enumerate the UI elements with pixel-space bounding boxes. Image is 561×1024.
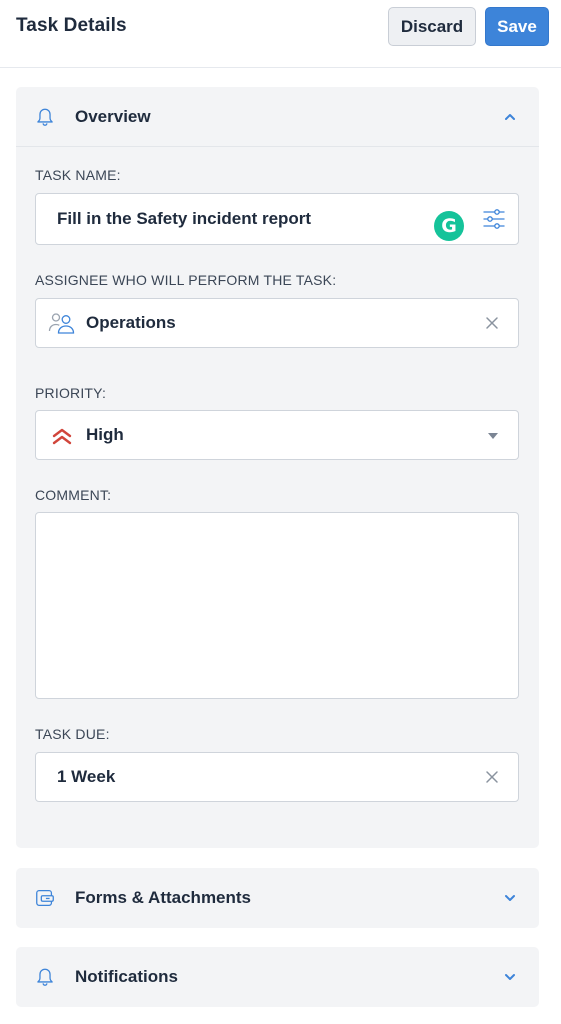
forms-attachments-title: Forms & Attachments [75, 888, 252, 907]
bell-icon [37, 108, 53, 126]
assignee-value: Operations [86, 313, 176, 332]
bell-icon [37, 968, 53, 986]
page-title: Task Details [16, 15, 127, 36]
comment-field[interactable] [35, 512, 519, 699]
notifications-panel: Notifications [16, 947, 539, 1007]
header-bar: Task Details Discard Save [0, 0, 561, 68]
attachment-icon [36, 890, 54, 906]
discard-button[interactable]: Discard [388, 7, 476, 46]
clear-due-icon[interactable] [484, 769, 500, 785]
overview-panel-header[interactable]: Overview [16, 87, 539, 147]
task-due-field[interactable]: 1 Week [35, 752, 519, 802]
notifications-title: Notifications [75, 967, 178, 986]
grammarly-icon[interactable]: G [434, 211, 464, 241]
forms-attachments-header[interactable]: Forms & Attachments [16, 868, 539, 928]
task-name-value: Fill in the Safety incident report [57, 209, 312, 228]
forms-attachments-panel: Forms & Attachments [16, 868, 539, 928]
double-chevron-up-icon [52, 428, 72, 445]
overview-panel-title: Overview [75, 106, 151, 126]
dropdown-caret-icon[interactable] [488, 433, 498, 439]
comment-label: COMMENT: [35, 487, 112, 503]
task-name-input[interactable]: Fill in the Safety incident report G [35, 193, 519, 245]
task-due-label: TASK DUE: [35, 726, 110, 742]
clear-assignee-icon[interactable] [484, 315, 500, 331]
chevron-down-icon[interactable] [503, 891, 517, 905]
comment-textarea[interactable] [36, 513, 518, 698]
sliders-icon[interactable] [482, 207, 506, 231]
priority-value: High [86, 425, 124, 444]
chevron-up-icon[interactable] [503, 110, 517, 124]
task-name-label: TASK NAME: [35, 167, 121, 183]
overview-panel: Overview TASK NAME: Fill in the Safety i… [16, 87, 539, 848]
notifications-header[interactable]: Notifications [16, 947, 539, 1007]
assignee-label: ASSIGNEE WHO WILL PERFORM THE TASK: [35, 272, 337, 288]
save-button[interactable]: Save [485, 7, 549, 46]
group-icon [48, 313, 75, 334]
assignee-field[interactable]: Operations [35, 298, 519, 348]
priority-select[interactable]: High [35, 410, 519, 460]
chevron-down-icon[interactable] [503, 970, 517, 984]
priority-label: PRIORITY: [35, 385, 107, 401]
task-due-value: 1 Week [57, 767, 116, 786]
